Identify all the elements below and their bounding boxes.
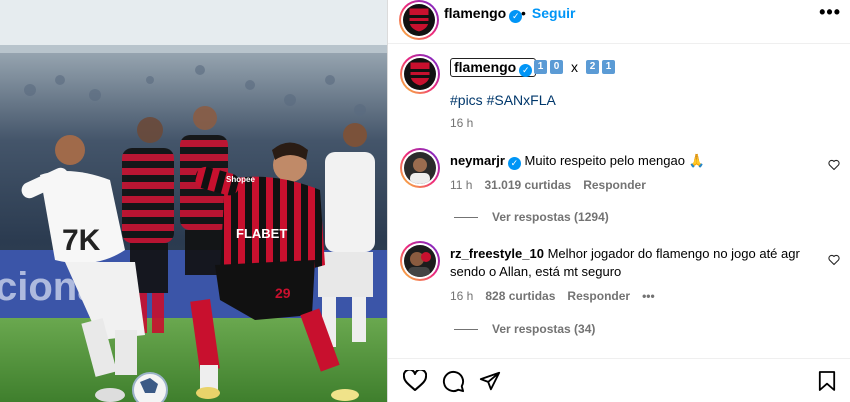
keycap-digit: 2 — [586, 60, 599, 74]
post-action-bar — [388, 358, 850, 402]
caption-score: 1 0 x 2 1 — [534, 59, 615, 75]
verified-badge-icon: ✓ — [507, 157, 521, 170]
author-avatar[interactable] — [399, 0, 439, 40]
svg-text:7K: 7K — [62, 224, 101, 257]
comment-timestamp[interactable]: 11 h — [450, 178, 472, 192]
avatar-image — [404, 245, 436, 277]
svg-text:FLABET: FLABET — [236, 226, 287, 241]
caption-author-text[interactable]: flamengo — [454, 59, 516, 75]
comment-like-heart-icon[interactable] — [828, 159, 840, 174]
replies-divider — [454, 216, 478, 218]
author-username-text[interactable]: flamengo — [444, 5, 506, 21]
hashtag-link[interactable]: #pics — [450, 92, 483, 108]
view-replies-button[interactable]: Ver respostas (1294) — [450, 210, 609, 224]
comment-like-heart-icon[interactable] — [828, 254, 840, 269]
caption-hashtags: #pics #SANxFLA — [450, 92, 556, 108]
commenter-username[interactable]: rz_freestyle_10 — [450, 246, 544, 261]
comment-text: Muito respeito pelo mengao — [524, 153, 685, 168]
replies-divider — [454, 328, 478, 330]
svg-text:Shopee: Shopee — [226, 175, 255, 184]
hashtag-link[interactable]: #SANxFLA — [487, 92, 556, 108]
caption-timestamp[interactable]: 16 h — [450, 116, 473, 130]
comment-meta: 11 h 31.019 curtidas Responder — [450, 178, 646, 192]
verified-badge-icon: ✓ — [519, 64, 533, 77]
flamengo-logo-icon — [404, 58, 436, 90]
author-username[interactable]: flamengo ✓ — [444, 5, 523, 23]
comment-likes[interactable]: 828 curtidas — [485, 289, 555, 303]
keycap-digit: 0 — [550, 60, 563, 74]
comment-likes[interactable]: 31.019 curtidas — [484, 178, 571, 192]
commenter-username[interactable]: neymarjr — [450, 153, 505, 168]
avatar-image — [404, 152, 436, 184]
comment-meta: 16 h 828 curtidas Responder ••• — [450, 289, 655, 303]
commenter-avatar[interactable] — [400, 241, 440, 281]
comment-timestamp[interactable]: 16 h — [450, 289, 473, 303]
post-header: flamengo ✓ • Seguir ••• — [388, 0, 850, 44]
pray-emoji: 🙏 — [688, 153, 705, 168]
more-options-icon[interactable]: ••• — [819, 2, 841, 23]
reply-button[interactable]: Responder — [567, 289, 630, 303]
follow-area: • Seguir — [521, 5, 575, 21]
view-replies-label[interactable]: Ver respostas (34) — [492, 322, 595, 336]
caption-author-username[interactable]: flamengo ✓ — [450, 58, 537, 77]
flamengo-logo-icon — [403, 4, 435, 36]
follow-button[interactable]: Seguir — [532, 5, 576, 21]
share-icon[interactable] — [479, 370, 501, 395]
caption-author-avatar[interactable] — [400, 54, 440, 94]
reply-button[interactable]: Responder — [583, 178, 646, 192]
instagram-post-window: ciona 7K FLABET Shopee 29 flamengo ✓ • S… — [0, 0, 850, 402]
dot-separator: • — [521, 5, 526, 21]
comment-body: neymarjr ✓ Muito respeito pelo mengao 🙏 — [450, 152, 815, 170]
post-photo[interactable]: ciona 7K FLABET Shopee 29 — [0, 0, 387, 402]
comment-more-options-icon[interactable]: ••• — [642, 289, 655, 303]
view-replies-label[interactable]: Ver respostas (1294) — [492, 210, 609, 224]
post-details-panel: flamengo ✓ • Seguir ••• flamengo ✓ 1 0 x… — [387, 0, 850, 402]
view-replies-button[interactable]: Ver respostas (34) — [450, 322, 595, 336]
score-separator: x — [571, 59, 578, 75]
svg-text:29: 29 — [275, 285, 291, 301]
commenter-avatar[interactable] — [400, 148, 440, 188]
comment-body: rz_freestyle_10 Melhor jogador do flamen… — [450, 245, 815, 281]
keycap-digit: 1 — [602, 60, 615, 74]
heart-icon[interactable] — [402, 368, 428, 395]
keycap-digit: 1 — [534, 60, 547, 74]
football-match-photo: ciona 7K FLABET Shopee 29 — [0, 0, 387, 402]
save-icon[interactable] — [818, 370, 836, 395]
comment-icon[interactable] — [442, 370, 465, 396]
